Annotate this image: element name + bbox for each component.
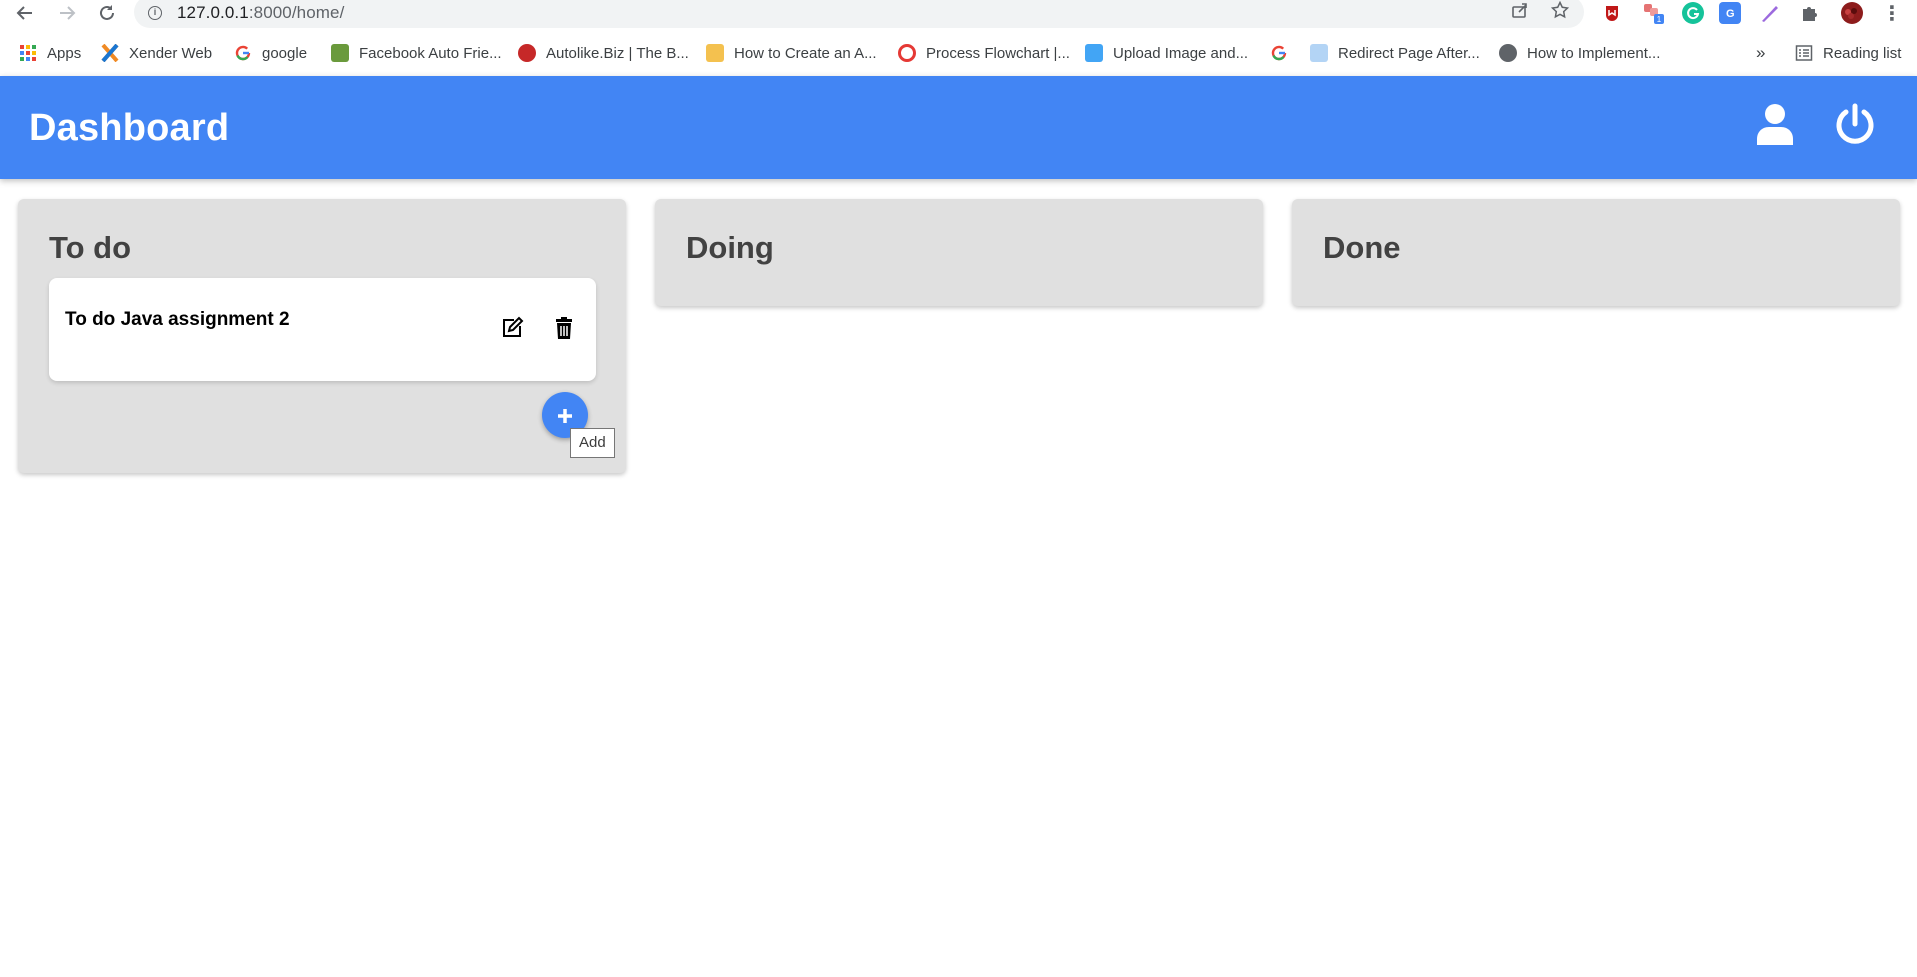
bookmark-process-flowchart[interactable]: Process Flowchart |... <box>898 42 1070 64</box>
bookmark-favicon <box>1310 44 1328 62</box>
back-icon[interactable] <box>12 0 38 26</box>
share-icon[interactable] <box>1510 0 1530 20</box>
column-done: Done <box>1292 199 1900 306</box>
edit-task-button[interactable] <box>498 316 526 344</box>
svg-text:G: G <box>1726 8 1735 20</box>
bookmark-label: Upload Image and... <box>1113 44 1249 62</box>
bookmark-favicon <box>898 44 916 62</box>
reading-list-icon <box>1795 44 1813 62</box>
bookmark-label: Facebook Auto Frie... <box>359 44 502 62</box>
google-icon <box>234 44 252 62</box>
pen-extension-icon[interactable] <box>1759 2 1781 24</box>
bookmark-favicon <box>1085 44 1103 62</box>
bookmark-label: Xender Web <box>129 44 213 62</box>
site-info-icon[interactable]: i <box>148 6 162 20</box>
bookmark-label: Process Flowchart |... <box>926 44 1070 62</box>
user-profile-button[interactable] <box>1752 103 1798 149</box>
reading-list-button[interactable]: Reading list <box>1795 42 1901 64</box>
bookmark-google[interactable]: google <box>234 42 307 64</box>
bookmark-redirect-page[interactable]: Redirect Page After... <box>1310 42 1480 64</box>
column-title: Done <box>1323 230 1401 265</box>
logout-button[interactable] <box>1832 103 1878 149</box>
grammarly-icon[interactable] <box>1682 2 1704 24</box>
task-text: To do Java assignment 2 <box>65 309 290 330</box>
task-card[interactable]: To do Java assignment 2 <box>49 278 596 381</box>
page-title: Dashboard <box>29 107 230 149</box>
url-text[interactable]: 127.0.0.1:8000/home/ <box>177 3 344 23</box>
power-icon <box>1834 103 1876 150</box>
puzzle-extensions-icon[interactable] <box>1799 2 1821 24</box>
bookmark-label: How to Implement... <box>1527 44 1661 62</box>
edit-icon <box>500 316 524 345</box>
plus-icon <box>557 399 573 431</box>
address-bar[interactable]: i 127.0.0.1:8000/home/ <box>134 0 1584 28</box>
forward-icon[interactable] <box>54 0 80 26</box>
bookmark-star-icon[interactable] <box>1550 0 1570 20</box>
bookmark-upload-image[interactable]: Upload Image and... <box>1085 42 1248 64</box>
mcafee-extension-icon[interactable] <box>1601 2 1623 24</box>
bookmark-label: Autolike.Biz | The B... <box>546 44 689 62</box>
google-translate-icon[interactable]: G <box>1719 2 1741 24</box>
bookmark-how-to-create[interactable]: How to Create an A... <box>706 42 877 64</box>
bookmark-apps[interactable]: Apps <box>19 42 81 64</box>
bookmark-how-to-implement[interactable]: How to Implement... <box>1499 42 1660 64</box>
reload-icon[interactable] <box>94 0 120 26</box>
bookmark-label: Redirect Page After... <box>1338 44 1480 62</box>
reading-list-label: Reading list <box>1823 44 1902 62</box>
user-icon <box>1756 103 1794 150</box>
globe-icon <box>1499 44 1517 62</box>
delete-task-button[interactable] <box>550 316 578 344</box>
bookmark-label: Apps <box>47 44 82 62</box>
bookmark-xender[interactable]: Xender Web <box>101 42 212 64</box>
column-title: Doing <box>686 230 774 265</box>
bookmark-label: How to Create an A... <box>734 44 877 62</box>
xender-icon <box>101 43 119 63</box>
bookmark-google-2[interactable] <box>1270 42 1298 64</box>
browser-toolbar: i 127.0.0.1:8000/home/ 1 G ⋮ <box>0 0 1917 28</box>
app-header: Dashboard <box>0 76 1917 179</box>
bookmark-favicon <box>518 44 536 62</box>
browser-menu-icon[interactable]: ⋮ <box>1879 0 1905 26</box>
column-doing: Doing <box>655 199 1263 306</box>
apps-grid-icon <box>19 44 37 62</box>
bookmark-label: google <box>262 44 308 62</box>
bookmark-autolike[interactable]: Autolike.Biz | The B... <box>518 42 689 64</box>
profile-avatar[interactable] <box>1841 2 1863 24</box>
bookmarks-bar: Apps Xender Web google Facebook Auto Fri… <box>0 38 1917 68</box>
add-tooltip: Add <box>570 428 615 458</box>
trash-icon <box>554 316 574 344</box>
extension-icon[interactable]: 1 <box>1642 2 1664 24</box>
bookmark-facebook-auto[interactable]: Facebook Auto Frie... <box>331 42 502 64</box>
column-title: To do <box>49 230 132 265</box>
column-todo: To do To do Java assignment 2 Add <box>18 199 626 473</box>
bookmark-favicon <box>706 44 724 62</box>
bookmarks-overflow-button[interactable]: » <box>1756 42 1765 64</box>
extension-badge: 1 <box>1657 15 1662 24</box>
bookmark-favicon <box>331 44 349 62</box>
google-icon <box>1270 44 1288 62</box>
